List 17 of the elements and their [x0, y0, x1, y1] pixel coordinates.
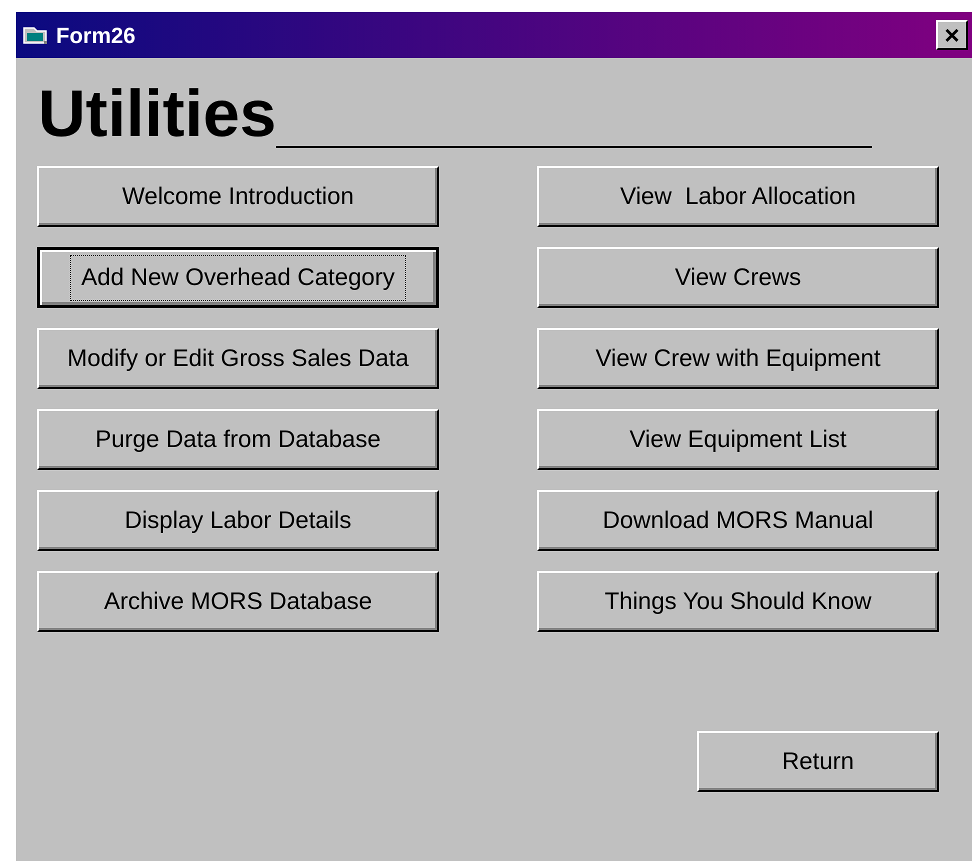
- menu-button[interactable]: View Crews: [537, 247, 939, 308]
- menu-button[interactable]: Display Labor Details: [37, 490, 439, 551]
- menu-button[interactable]: Archive MORS Database: [37, 571, 439, 632]
- menu-button[interactable]: Things You Should Know: [537, 571, 939, 632]
- close-button[interactable]: ×: [936, 20, 968, 50]
- menu-button[interactable]: Add New Overhead Category: [37, 247, 439, 308]
- menu-button[interactable]: Purge Data from Database: [37, 409, 439, 470]
- menu-button[interactable]: Modify or Edit Gross Sales Data: [37, 328, 439, 389]
- window-title: Form26: [56, 22, 136, 50]
- menu-button[interactable]: Download MORS Manual: [537, 490, 939, 551]
- menu-button[interactable]: View Labor Allocation: [537, 166, 939, 227]
- menu-button[interactable]: View Crew with Equipment: [537, 328, 939, 389]
- menu-button[interactable]: View Equipment List: [537, 409, 939, 470]
- window-app-icon: [22, 25, 48, 45]
- menu-button[interactable]: Welcome Introduction: [37, 166, 439, 227]
- return-button[interactable]: Return: [697, 731, 939, 792]
- page-heading: Utilities: [38, 80, 276, 146]
